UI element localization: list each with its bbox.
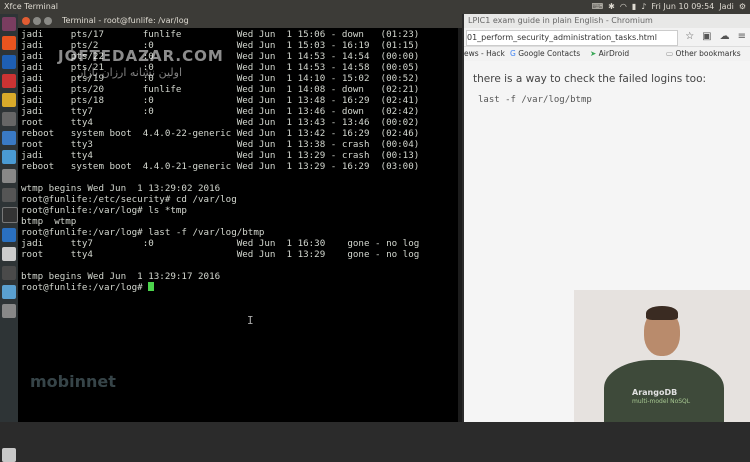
url-field[interactable]: 01_perform_security_administration_tasks…: [466, 30, 678, 46]
bookmarks-bar: ews - Hack G Google Contacts ➤ AirDroid …: [464, 47, 750, 62]
terminal-line: jadi pts/18 :0 Wed Jun 1 13:48 - 16:29 (…: [21, 95, 420, 106]
terminal-scrollbar[interactable]: [458, 28, 462, 422]
terminal-line: jadi tty4 Wed Jun 1 13:29 - crash (00:13…: [21, 150, 420, 161]
wifi-icon[interactable]: ◠: [620, 0, 627, 14]
settings-gear-icon[interactable]: ⚙: [739, 0, 746, 14]
volume-icon[interactable]: ♪: [641, 0, 646, 14]
terminal-line: jadi pts/17 funlife Wed Jun 1 15:06 - do…: [21, 29, 420, 40]
app-icon-lightblue[interactable]: [2, 150, 16, 164]
bookmark-item[interactable]: ews - Hack: [464, 47, 505, 61]
terminal-line: root tty4 Wed Jun 1 13:43 - 13:46 (00:02…: [21, 117, 420, 128]
dash-icon[interactable]: [2, 17, 16, 31]
content-code: last -f /var/log/btmp: [478, 95, 592, 105]
launcher-sidebar: [0, 14, 19, 462]
app-icon-blue2[interactable]: [2, 228, 16, 242]
google-icon: G: [510, 49, 519, 58]
active-app-title: Xfce Terminal: [4, 2, 58, 11]
close-icon[interactable]: [22, 17, 30, 25]
app-icon-light[interactable]: [2, 247, 16, 261]
cloud-icon[interactable]: ☁: [720, 31, 730, 42]
maximize-icon[interactable]: [44, 17, 52, 25]
webcam-overlay: ArangoDB multi-model NoSQL: [574, 290, 750, 422]
terminal-line: jadi tty7 :0 Wed Jun 1 13:46 - down (02:…: [21, 106, 420, 117]
watermark-mobinnet: mobinnet: [30, 372, 116, 391]
terminal-icon[interactable]: [2, 207, 18, 223]
extension-icon[interactable]: ▣: [702, 31, 711, 42]
terminal-line: btmp begins Wed Jun 1 13:29:17 2016: [21, 271, 221, 282]
terminal-line: root@funlife:/var/log# last -f /var/log/…: [21, 227, 265, 238]
app-icon-gray2[interactable]: [2, 169, 16, 183]
shirt-subtext: multi-model NoSQL: [632, 398, 691, 405]
terminal-line: btmp wtmp: [21, 216, 77, 227]
browser-title: LPIC1 exam guide in plain English - Chro…: [464, 14, 750, 28]
app-icon-dark[interactable]: [2, 188, 16, 202]
terminal-line: wtmp begins Wed Jun 1 13:29:02 2016: [21, 183, 221, 194]
mouse-ibeam-cursor: I: [247, 314, 254, 327]
bookmark-other[interactable]: ▭ Other bookmarks: [666, 47, 741, 61]
terminal-line: root@funlife:/var/log#: [21, 282, 149, 293]
terminal-titlebar[interactable]: Terminal - root@funlife: /var/log: [18, 14, 462, 28]
presenter-hair: [646, 306, 678, 320]
app-icon-dark2[interactable]: [2, 266, 16, 280]
terminal-line: jadi pts/20 funlife Wed Jun 1 14:08 - do…: [21, 84, 420, 95]
battery-icon[interactable]: ▮: [632, 0, 636, 14]
terminal-line: root tty3 Wed Jun 1 13:38 - crash (00:04…: [21, 139, 420, 150]
terminal-line: root@funlife:/etc/security# cd /var/log: [21, 194, 237, 205]
terminal-line: jadi tty7 :0 Wed Jun 1 16:30 gone - no l…: [21, 238, 420, 249]
terminal-title: Terminal - root@funlife: /var/log: [62, 16, 189, 25]
firefox-icon[interactable]: [2, 36, 16, 50]
bookmark-star-icon[interactable]: ☆: [685, 31, 694, 42]
trash-icon[interactable]: [2, 448, 16, 462]
watermark-persian: اولین نشانه ارزان بازار: [78, 66, 182, 79]
top-panel: Xfce Terminal ⌨ ✱ ◠ ▮ ♪ Fri Jun 10 09:54…: [0, 0, 750, 14]
minimize-icon[interactable]: [33, 17, 41, 25]
app-icon-blue3[interactable]: [2, 285, 16, 299]
user-menu[interactable]: Jadi: [719, 0, 734, 14]
shirt-logo: ArangoDB: [632, 388, 678, 397]
text-cursor: [148, 282, 155, 291]
terminal-line: root tty4 Wed Jun 1 13:29 gone - no log: [21, 249, 420, 260]
bookmark-airdroid[interactable]: ➤ AirDroid: [590, 47, 629, 61]
terminal-window[interactable]: Terminal - root@funlife: /var/log jadi p…: [18, 14, 462, 422]
app-icon-gray3[interactable]: [2, 304, 16, 318]
terminal-line: root@funlife:/var/log# ls *tmp: [21, 205, 187, 216]
bookmark-google-contacts[interactable]: G Google Contacts: [510, 47, 580, 61]
terminal-line: reboot system boot 4.4.0-22-generic Wed …: [21, 128, 420, 139]
menu-icon[interactable]: ≡: [738, 31, 746, 42]
app-icon-blue[interactable]: [2, 131, 16, 145]
clock[interactable]: Fri Jun 10 09:54: [651, 0, 714, 14]
files-icon[interactable]: [2, 93, 16, 107]
terminal-line: reboot system boot 4.4.0-21-generic Wed …: [21, 161, 420, 172]
app-icon-red[interactable]: [2, 74, 16, 88]
watermark-logo: JOFTEDAZAR.COM: [58, 47, 224, 65]
airdroid-icon: ➤: [590, 49, 599, 58]
bluetooth-icon[interactable]: ✱: [608, 0, 615, 14]
browser-toolbar: 01_perform_security_administration_tasks…: [464, 28, 750, 47]
chromium-icon[interactable]: [2, 55, 16, 69]
app-icon-gray[interactable]: [2, 112, 16, 126]
content-paragraph: there is a way to check the failed login…: [473, 73, 707, 85]
keyboard-icon[interactable]: ⌨: [592, 0, 604, 14]
system-tray: ⌨ ✱ ◠ ▮ ♪ Fri Jun 10 09:54 Jadi ⚙: [592, 0, 746, 14]
